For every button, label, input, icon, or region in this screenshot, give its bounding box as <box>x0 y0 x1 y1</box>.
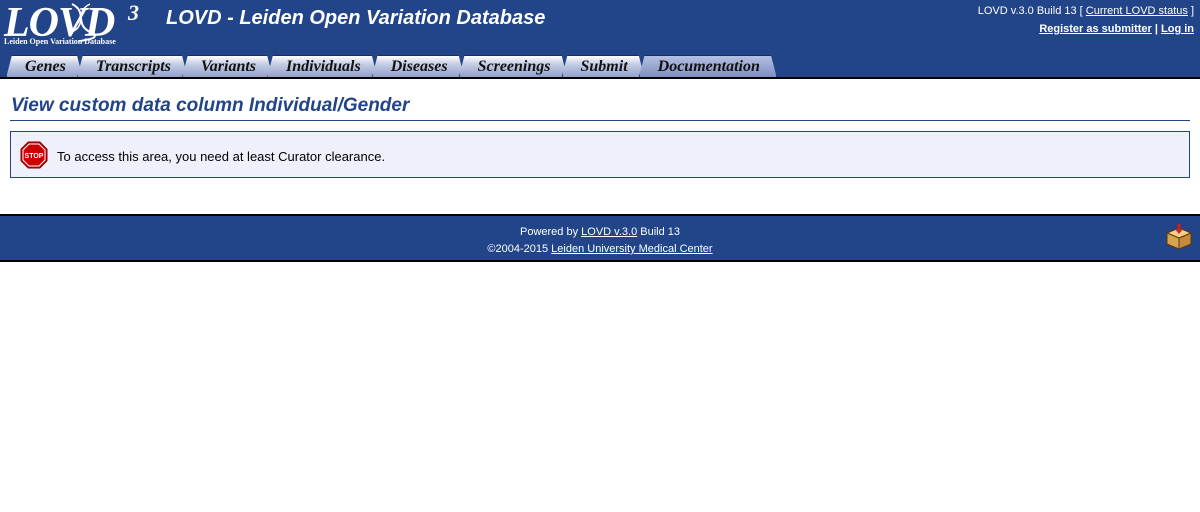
logo-version-number: 3 <box>128 0 139 25</box>
tab-submit[interactable]: Submit <box>562 55 645 78</box>
tab-diseases[interactable]: Diseases <box>372 55 465 78</box>
title-divider <box>10 120 1190 121</box>
package-icon[interactable] <box>1164 224 1194 250</box>
account-links: Register as submitter | Log in <box>978 22 1194 36</box>
login-link[interactable]: Log in <box>1161 23 1194 35</box>
version-text: LOVD v.3.0 Build 13 [ <box>977 5 1083 17</box>
copyright-line: ©2004-2015 Leiden University Medical Cen… <box>0 241 1200 258</box>
lovd-version-link[interactable]: LOVD v.3.0 <box>581 226 637 238</box>
logo-subtitle: Leiden Open Variation Database <box>4 37 116 46</box>
tab-individuals[interactable]: Individuals <box>267 55 378 78</box>
stop-sign-icon: STOP <box>20 141 48 169</box>
site-title: LOVD - Leiden Open Variation Database <box>166 7 546 29</box>
copyright-years: ©2004-2015 <box>487 243 549 255</box>
tab-screenings[interactable]: Screenings <box>459 55 568 78</box>
header-user-area: LOVD v.3.0 Build 13 [ Current LOVD statu… <box>978 4 1194 36</box>
access-denied-message: STOP To access this area, you need at le… <box>10 131 1190 178</box>
version-bracket-close: ] <box>1190 5 1194 17</box>
register-link[interactable]: Register as submitter <box>1039 23 1151 35</box>
link-separator: | <box>1154 23 1158 35</box>
footer-bar: Powered by LOVD v.3.0 Build 13 ©2004-201… <box>0 214 1200 262</box>
lovd-logo[interactable]: LOVD 3 Leiden Open Variation Database <box>4 0 142 50</box>
current-status-link[interactable]: Current LOVD status <box>1086 5 1188 17</box>
footer-text: Powered by LOVD v.3.0 Build 13 ©2004-201… <box>0 224 1200 258</box>
tab-genes[interactable]: Genes <box>6 55 83 78</box>
main-tabs: Genes Transcripts Variants Individuals D… <box>6 55 771 78</box>
header-bar: LOVD 3 Leiden Open Variation Database LO… <box>0 0 1200 55</box>
dna-helix-icon <box>71 3 96 42</box>
stop-icon-label: STOP <box>25 153 44 160</box>
tab-transcripts[interactable]: Transcripts <box>77 55 188 78</box>
powered-by-label: Powered by <box>519 226 579 238</box>
tab-variants[interactable]: Variants <box>182 55 273 78</box>
lumc-link[interactable]: Leiden University Medical Center <box>551 243 712 255</box>
page-title: View custom data column Individual/Gende… <box>11 95 410 116</box>
powered-by-line: Powered by LOVD v.3.0 Build 13 <box>0 224 1200 241</box>
tab-bar-divider <box>0 77 1200 79</box>
message-text: To access this area, you need at least C… <box>57 149 386 164</box>
version-line: LOVD v.3.0 Build 13 [ Current LOVD statu… <box>978 4 1194 18</box>
tab-documentation[interactable]: Documentation <box>639 55 777 78</box>
powered-by-build: Build 13 <box>640 226 681 238</box>
